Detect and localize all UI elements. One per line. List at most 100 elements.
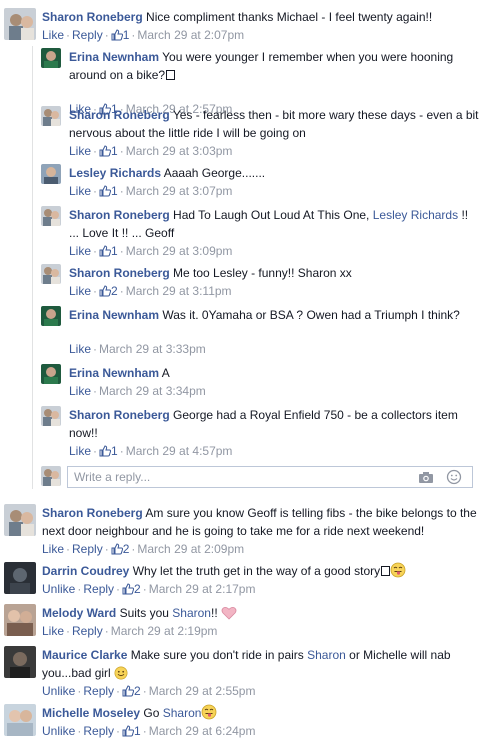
missing-glyph-icon xyxy=(381,566,391,576)
commenter-name[interactable]: Erina Newnham xyxy=(69,50,159,64)
smiley-icon[interactable] xyxy=(446,469,462,485)
avatar[interactable] xyxy=(4,562,36,594)
timestamp[interactable]: March 29 at 3:07pm xyxy=(126,184,233,198)
timestamp[interactable]: March 29 at 2:19pm xyxy=(111,624,218,638)
timestamp[interactable]: March 29 at 3:03pm xyxy=(126,144,233,158)
like-count[interactable]: 2 xyxy=(134,684,141,698)
thumbs-up-icon xyxy=(111,543,123,555)
unlike-link[interactable]: Unlike xyxy=(42,724,75,738)
reply-link[interactable]: Reply xyxy=(83,582,114,596)
reply-link[interactable]: Reply xyxy=(83,684,114,698)
timestamp[interactable]: March 29 at 2:09pm xyxy=(137,542,244,556)
comment: Sharon Roneberg George had a Royal Enfie… xyxy=(41,406,486,458)
avatar[interactable] xyxy=(41,264,61,284)
avatar xyxy=(41,466,61,486)
reply-link[interactable]: Reply xyxy=(72,624,103,638)
like-link[interactable]: Like xyxy=(69,184,91,198)
thumbs-up-icon xyxy=(99,145,112,157)
thumbs-up-icon xyxy=(99,185,112,197)
comment: Sharon Roneberg Me too Lesley - funny!! … xyxy=(41,264,486,300)
commenter-name[interactable]: Darrin Coudrey xyxy=(42,564,129,578)
comment-text: Go xyxy=(143,706,160,720)
timestamp[interactable]: March 29 at 3:09pm xyxy=(126,244,233,258)
commenter-name[interactable]: Sharon Roneberg xyxy=(69,408,170,422)
commenter-name[interactable]: Michelle Moseley xyxy=(42,706,140,720)
like-count[interactable]: 1 xyxy=(111,144,118,158)
camera-icon[interactable] xyxy=(418,470,434,484)
avatar[interactable] xyxy=(4,704,36,736)
reply-link[interactable]: Reply xyxy=(72,28,103,42)
commenter-name[interactable]: Erina Newnham xyxy=(69,366,159,380)
thumbs-up-icon xyxy=(122,583,135,595)
avatar[interactable] xyxy=(4,604,36,636)
like-link[interactable]: Like xyxy=(69,284,91,298)
avatar[interactable] xyxy=(41,48,61,68)
timestamp[interactable]: March 29 at 4:57pm xyxy=(126,444,233,458)
commenter-name[interactable]: Erina Newnham xyxy=(69,308,159,322)
timestamp[interactable]: March 29 at 6:24pm xyxy=(149,724,256,738)
like-link[interactable]: Like xyxy=(69,342,91,356)
avatar[interactable] xyxy=(41,364,61,384)
timestamp[interactable]: March 29 at 2:17pm xyxy=(149,582,256,596)
avatar[interactable] xyxy=(41,406,61,426)
avatar[interactable] xyxy=(41,164,61,184)
reply-placeholder: Write a reply... xyxy=(74,470,151,484)
reply-link[interactable]: Reply xyxy=(72,542,103,556)
thumbs-up-icon xyxy=(122,725,135,737)
like-link[interactable]: Like xyxy=(42,542,64,556)
avatar[interactable] xyxy=(41,206,61,226)
tongue-out-emoji-icon xyxy=(390,562,406,578)
comment: Maurice Clarke Make sure you don't ride … xyxy=(4,646,486,698)
commenter-name[interactable]: Sharon Roneberg xyxy=(69,108,170,122)
timestamp[interactable]: March 29 at 3:34pm xyxy=(99,384,206,398)
like-count[interactable]: 1 xyxy=(111,244,118,258)
comment-text: Why let the truth get in the way of a go… xyxy=(132,564,381,578)
smiley-emoji-icon xyxy=(114,666,128,680)
unlike-link[interactable]: Unlike xyxy=(42,582,75,596)
comment: Darrin Coudrey Why let the truth get in … xyxy=(4,562,486,598)
commenter-name[interactable]: Lesley Richards xyxy=(69,166,161,180)
like-link[interactable]: Like xyxy=(69,444,91,458)
like-count[interactable]: 1 xyxy=(111,184,118,198)
commenter-name[interactable]: Sharon Roneberg xyxy=(42,10,143,24)
avatar[interactable] xyxy=(41,106,61,126)
commenter-name[interactable]: Melody Ward xyxy=(42,606,116,620)
timestamp[interactable]: March 29 at 3:33pm xyxy=(99,342,206,356)
like-link[interactable]: Like xyxy=(42,28,64,42)
timestamp[interactable]: March 29 at 3:11pm xyxy=(126,284,232,298)
avatar[interactable] xyxy=(41,306,61,326)
comment-text: Was it. 0Yamaha or BSA ? Owen had a Triu… xyxy=(162,308,460,322)
comment-text: Make sure you don't ride in pairs xyxy=(130,648,304,662)
like-link[interactable]: Like xyxy=(69,244,91,258)
timestamp[interactable]: March 29 at 2:07pm xyxy=(137,28,244,42)
comment: Melody Ward Suits you Sharon!! Like · Repl… xyxy=(4,604,486,640)
avatar[interactable] xyxy=(4,646,36,678)
commenter-name[interactable]: Maurice Clarke xyxy=(42,648,127,662)
missing-glyph-icon xyxy=(166,70,176,80)
like-count[interactable]: 2 xyxy=(111,284,118,298)
like-link[interactable]: Like xyxy=(42,624,64,638)
timestamp[interactable]: March 29 at 2:55pm xyxy=(149,684,256,698)
like-link[interactable]: Like xyxy=(69,384,91,398)
comment: Sharon Roneberg Had To Laugh Out Loud At… xyxy=(41,206,486,258)
reply-input[interactable]: Write a reply... xyxy=(67,466,473,488)
unlike-link[interactable]: Unlike xyxy=(42,684,75,698)
avatar[interactable] xyxy=(4,8,36,40)
commenter-name[interactable]: Sharon Roneberg xyxy=(69,266,170,280)
like-count[interactable]: 2 xyxy=(134,582,141,596)
mention-link[interactable]: Sharon xyxy=(163,706,202,720)
avatar[interactable] xyxy=(4,504,36,536)
reply-thread-line xyxy=(32,46,33,489)
comment-text-end: !! xyxy=(210,606,218,620)
commenter-name[interactable]: Sharon Roneberg xyxy=(42,506,143,520)
comment-text: Me too Lesley - funny!! Sharon xx xyxy=(173,266,352,280)
reply-link[interactable]: Reply xyxy=(83,724,114,738)
commenter-name[interactable]: Sharon Roneberg xyxy=(69,208,170,222)
mention-link[interactable]: Sharon xyxy=(172,606,211,620)
like-count[interactable]: 1 xyxy=(111,444,118,458)
thumbs-up-icon xyxy=(99,245,112,257)
mention-link[interactable]: Sharon xyxy=(307,648,346,662)
like-count[interactable]: 1 xyxy=(134,724,141,738)
mention-link[interactable]: Lesley Richards xyxy=(373,208,458,222)
like-link[interactable]: Like xyxy=(69,144,91,158)
